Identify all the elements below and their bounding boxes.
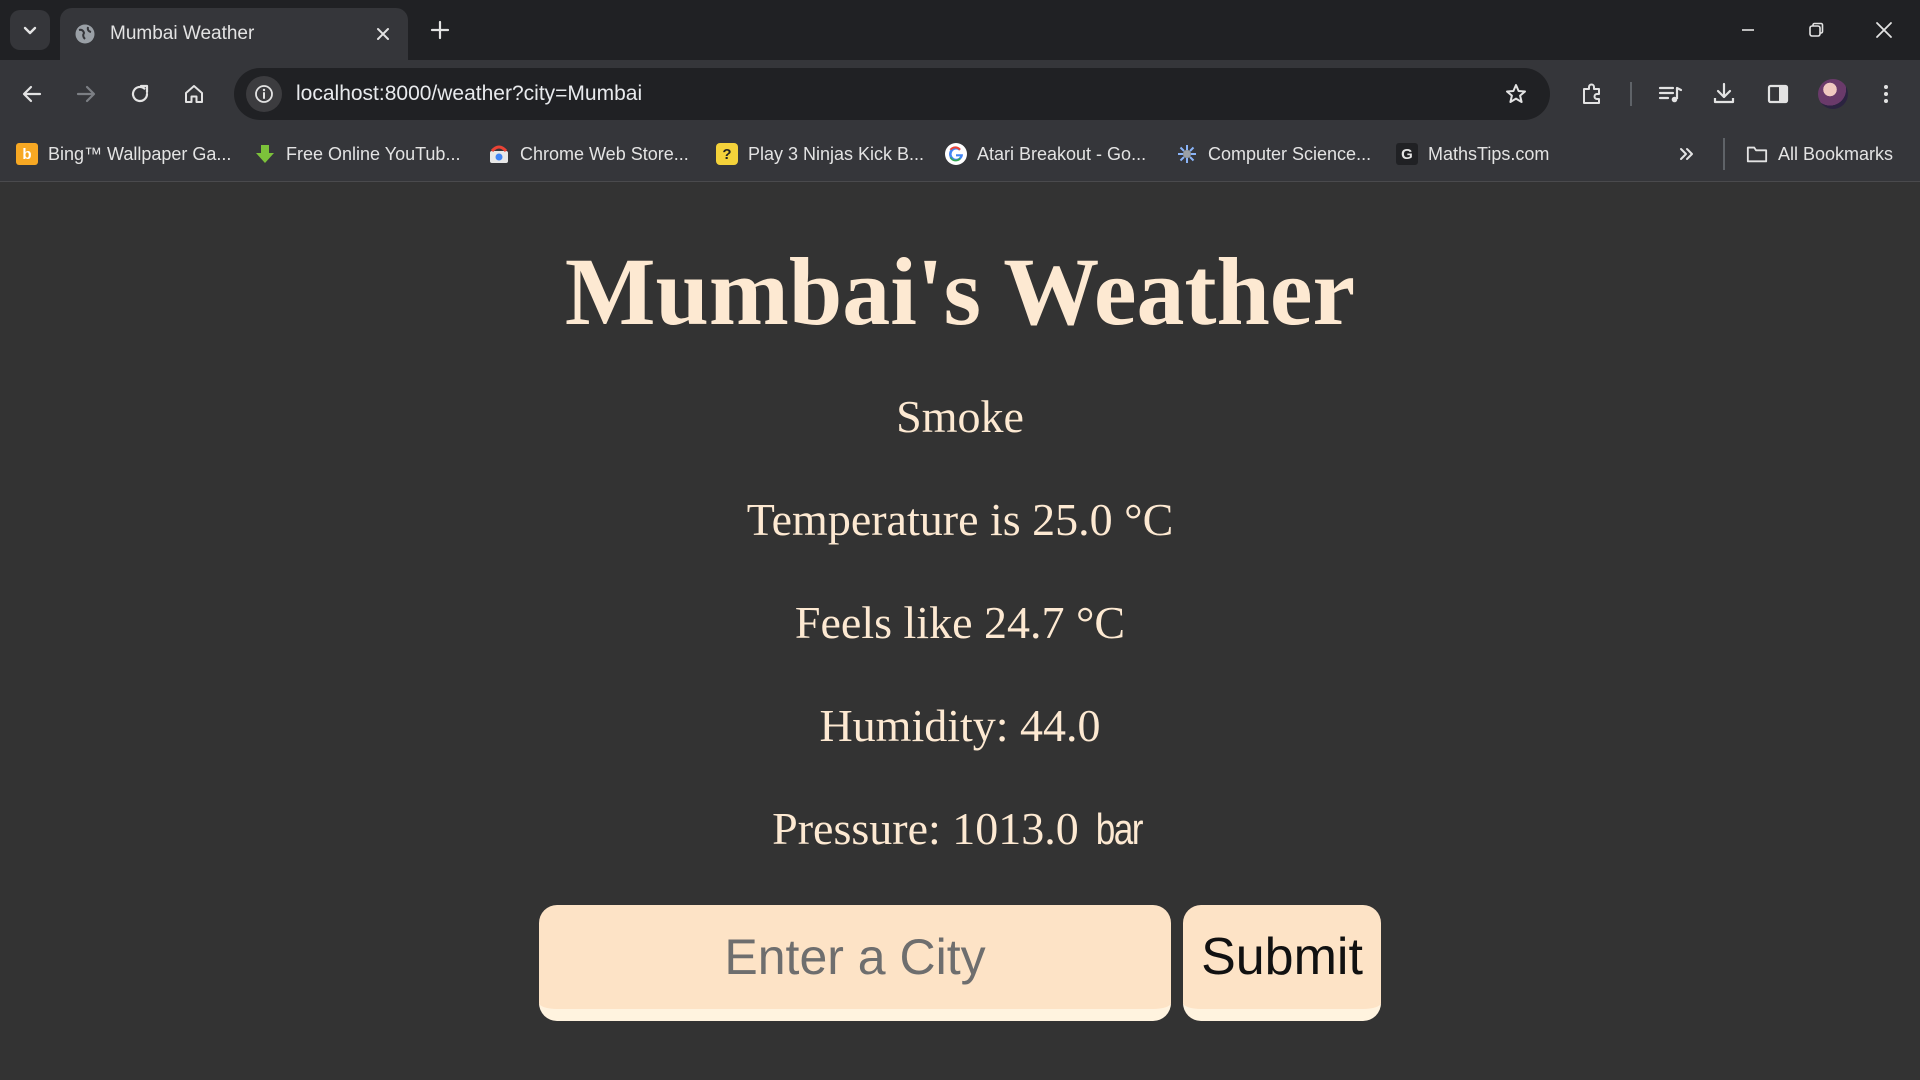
double-chevron-right-icon	[1680, 148, 1693, 160]
bookmark-label: Play 3 Ninjas Kick B...	[748, 143, 925, 164]
close-tab-button[interactable]	[368, 19, 398, 49]
restore-icon	[1809, 22, 1824, 37]
bookmark-label: Atari Breakout - Go...	[977, 143, 1147, 164]
ninja-icon: ?	[716, 143, 738, 165]
new-tab-button[interactable]	[424, 14, 456, 46]
bookmark-label: Computer Science...	[1208, 143, 1372, 164]
browser-toolbar: localhost:8000/weather?city=Mumbai	[0, 60, 1920, 128]
forward-button[interactable]	[66, 74, 106, 114]
tab-search-button[interactable]	[10, 10, 50, 50]
close-icon	[377, 28, 389, 40]
pressure-value: Pressure: 1013.0	[772, 803, 1079, 854]
weather-condition: Smoke	[896, 391, 1024, 442]
google-icon	[945, 143, 967, 165]
close-window-button[interactable]	[1862, 8, 1906, 52]
bookmark-label: Bing™ Wallpaper Ga...	[48, 143, 232, 164]
bookmarks-divider	[1723, 138, 1725, 170]
tab-strip: Mumbai Weather	[0, 0, 1920, 60]
page-title: Mumbai's Weather	[564, 238, 1356, 345]
computer-science-icon	[1176, 143, 1198, 165]
all-bookmarks-label: All Bookmarks	[1778, 143, 1894, 164]
bookmark-label: MathsTips.com	[1428, 143, 1550, 164]
bookmark-item[interactable]: Atari Breakout - Go...	[945, 138, 1146, 170]
bookmark-star-button[interactable]	[1496, 74, 1536, 114]
bookmark-label: Free Online YouTub...	[286, 143, 461, 164]
temperature-text: Temperature is 25.0 °C	[746, 494, 1174, 545]
city-input[interactable]	[539, 905, 1171, 1021]
back-button[interactable]	[12, 74, 52, 114]
extensions-button[interactable]	[1572, 74, 1612, 114]
all-bookmarks-button[interactable]: All Bookmarks	[1746, 138, 1893, 170]
media-controls-button[interactable]	[1650, 74, 1690, 114]
globe-icon	[74, 23, 96, 45]
bookmark-item[interactable]: Free Online YouTub...	[254, 138, 460, 170]
bookmark-item[interactable]: b Bing™ Wallpaper Ga...	[16, 138, 231, 170]
tab-title: Mumbai Weather	[110, 23, 255, 44]
weather-page: Mumbai's Weather Smoke Temperature is 25…	[0, 183, 1920, 1080]
puzzle-icon	[1583, 83, 1600, 104]
minimize-icon	[1742, 29, 1754, 31]
reload-icon	[131, 84, 149, 103]
playlist-music-icon	[1658, 86, 1683, 103]
more-bookmarks-button[interactable]	[1676, 138, 1698, 170]
toolbar-divider	[1630, 82, 1632, 106]
restore-button[interactable]	[1794, 8, 1838, 52]
site-info-icon[interactable]	[246, 76, 282, 112]
star-icon	[1506, 84, 1526, 103]
submit-button[interactable]: Submit	[1183, 905, 1381, 1021]
pressure-text: Pressure: 1013.0 bar	[0, 801, 1920, 858]
downloads-button[interactable]	[1704, 74, 1744, 114]
reload-button[interactable]	[120, 74, 160, 114]
home-icon	[185, 85, 203, 103]
humidity-text: Humidity: 44.0	[819, 700, 1101, 751]
bookmark-item[interactable]: Chrome Web Store...	[488, 138, 689, 170]
folder-icon	[1746, 143, 1768, 165]
side-panel-icon	[1767, 84, 1789, 104]
chrome-web-store-icon	[488, 143, 510, 165]
bookmarks-bar: b Bing™ Wallpaper Ga... Free Online YouT…	[0, 128, 1920, 182]
plus-icon	[430, 20, 450, 40]
profile-avatar[interactable]	[1818, 79, 1848, 109]
download-icon	[1713, 82, 1735, 104]
bookmark-item[interactable]: G MathsTips.com	[1396, 138, 1549, 170]
bookmark-label: Chrome Web Store...	[520, 143, 689, 164]
tab-active[interactable]: Mumbai Weather	[60, 8, 408, 60]
address-bar-url: localhost:8000/weather?city=Mumbai	[296, 82, 643, 105]
side-panel-button[interactable]	[1758, 74, 1798, 114]
chevron-down-icon	[23, 26, 37, 35]
feels-like-text: Feels like 24.7 °C	[794, 597, 1126, 648]
bookmark-item[interactable]: Computer Science...	[1176, 138, 1371, 170]
bookmark-item[interactable]: ? Play 3 Ninjas Kick B...	[716, 138, 924, 170]
arrow-left-icon	[22, 85, 42, 103]
more-vertical-icon	[1884, 85, 1888, 103]
arrow-right-icon	[76, 85, 96, 103]
close-icon	[1876, 22, 1892, 38]
home-button[interactable]	[174, 74, 214, 114]
mathstips-icon: G	[1396, 143, 1418, 165]
address-bar[interactable]: localhost:8000/weather?city=Mumbai	[234, 68, 1550, 120]
pressure-unit: bar	[1096, 805, 1144, 854]
menu-button[interactable]	[1866, 74, 1906, 114]
bing-icon: b	[16, 143, 38, 165]
minimize-button[interactable]	[1726, 8, 1770, 52]
download-arrow-icon	[254, 143, 276, 165]
